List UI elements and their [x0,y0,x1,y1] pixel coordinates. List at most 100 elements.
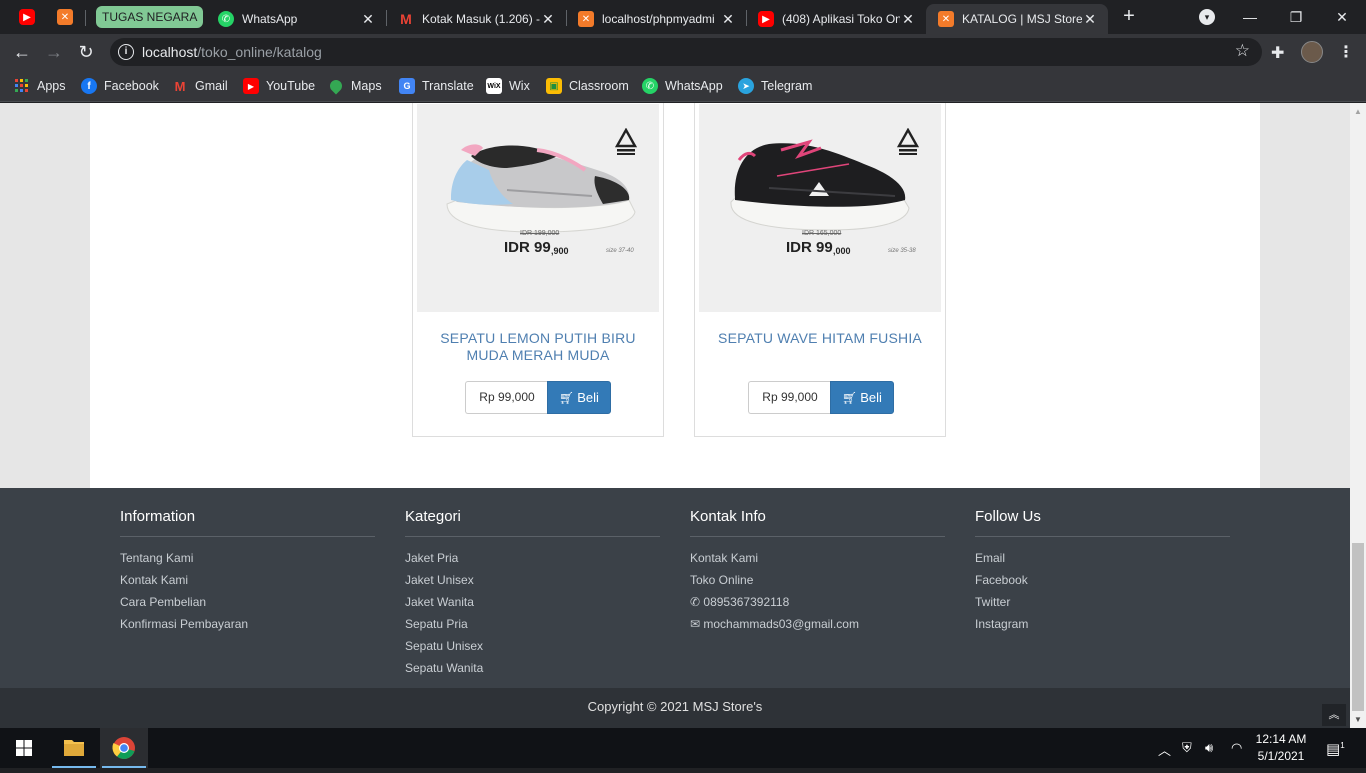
close-window-button[interactable]: ✕ [1319,4,1365,30]
chrome-icon [112,737,135,759]
bookmark-telegram[interactable]: ➤ Telegram [738,77,812,95]
tab-search-icon[interactable]: ▾ [1199,9,1215,25]
windows-start-button[interactable] [0,728,48,768]
footer-link[interactable]: Sepatu Pria [405,616,660,638]
footer-link[interactable]: Email [975,550,1230,572]
tab-katalog-active[interactable]: ✕ KATALOG | MSJ Store' ✕ [926,4,1108,34]
tab-whatsapp[interactable]: ✆ WhatsApp ✕ [206,4,386,34]
footer-column-title: Information [120,508,375,537]
footer-column-title: Kontak Info [690,508,945,537]
tab-title: KATALOG | MSJ Store' [962,12,1082,26]
bookmark-apps[interactable]: Apps [14,77,66,95]
tab-group-label[interactable]: TUGAS NEGARA [96,6,204,28]
facebook-icon: f [81,78,97,94]
extensions-puzzle-icon[interactable]: ✚ [1271,43,1284,63]
bookmark-gmail[interactable]: M Gmail [172,77,228,95]
address-bar[interactable]: i localhost/toko_online/katalog ☆ [110,38,1262,66]
product-image[interactable]: IDR 165,000 IDR 99,000 size 35-38 [699,104,941,312]
footer-link[interactable]: Jaket Wanita [405,594,660,616]
translate-icon: G [399,78,415,94]
classroom-icon: ▣ [546,78,562,94]
scrollbar-thumb[interactable] [1352,543,1364,711]
bookmark-maps[interactable]: Maps [327,77,382,95]
footer-link[interactable]: Kontak Kami [690,550,945,572]
footer-link[interactable]: Jaket Pria [405,550,660,572]
bookmark-translate[interactable]: G Translate [399,77,474,95]
bookmark-classroom[interactable]: ▣ Classroom [546,77,629,95]
copyright-bar: Copyright © 2021 MSJ Store's [0,688,1350,728]
browser-tab-strip: ▶ ✕ TUGAS NEGARA ✆ WhatsApp ✕ M Kotak Ma… [0,0,1366,34]
tab-gmail[interactable]: M Kotak Masuk (1.206) - ✕ [386,4,566,34]
footer-email[interactable]: ✉ mochammads03@gmail.com [690,616,945,638]
footer-link[interactable]: Kontak Kami [120,572,375,594]
tray-overflow-chevron-icon[interactable]: ︿ [1158,740,1171,759]
bookmark-facebook[interactable]: f Facebook [81,77,159,95]
footer-link[interactable]: Instagram [975,616,1230,638]
security-shield-icon[interactable]: ⛨ [1182,740,1192,756]
footer-link[interactable]: Sepatu Unisex [405,638,660,660]
wifi-icon[interactable]: ◠ [1231,740,1242,756]
close-tab-icon[interactable]: ✕ [540,11,556,28]
address-url[interactable]: localhost/toko_online/katalog [142,44,322,60]
minimize-button[interactable]: — [1227,4,1273,30]
footer-link[interactable]: Tentang Kami [120,550,375,572]
footer-link[interactable]: Facebook [975,572,1230,594]
bookmark-star-icon[interactable]: ☆ [1235,41,1250,61]
footer-column-title: Kategori [405,508,660,537]
site-info-icon[interactable]: i [118,44,134,60]
product-name-link[interactable]: SEPATU LEMON PUTIH BIRU MUDA MERAH MUDA [423,330,653,364]
shopping-cart-icon: 🛒︎ [559,391,575,405]
pinned-tab-xampp[interactable]: ✕ [51,5,79,29]
profile-avatar[interactable] [1301,41,1323,63]
scroll-down-arrow-icon[interactable]: ▼ [1354,715,1362,724]
folder-icon [64,740,84,756]
tab-phpmyadmin[interactable]: ✕ localhost/phpmyadmi ✕ [566,4,746,34]
close-tab-icon[interactable]: ✕ [1082,11,1098,28]
clock-date: 5/1/2021 [1257,749,1305,763]
site-footer: Information Tentang Kami Kontak Kami Car… [0,488,1350,688]
file-explorer-taskbar-button[interactable] [50,728,98,768]
product-name-link[interactable]: SEPATU WAVE HITAM FUSHIA [705,330,935,347]
footer-link[interactable]: Twitter [975,594,1230,616]
aero-brand-logo-icon [615,128,637,155]
chrome-taskbar-button[interactable] [100,728,148,768]
new-tab-button[interactable]: + [1118,6,1140,28]
volume-icon[interactable]: 🔊︎ [1205,740,1213,756]
footer-link[interactable]: Cara Pembelian [120,594,375,616]
close-tab-icon[interactable]: ✕ [360,11,376,28]
tab-title: localhost/phpmyadmi [602,12,715,26]
footer-link[interactable]: Sepatu Wanita [405,660,660,682]
telegram-icon: ➤ [738,78,754,94]
bookmark-whatsapp[interactable]: ✆ WhatsApp [642,77,723,95]
back-to-top-button[interactable]: ︽ [1322,704,1346,726]
close-tab-icon[interactable]: ✕ [900,11,916,28]
bookmark-youtube[interactable]: ▶ YouTube [243,77,315,95]
forward-arrow-icon[interactable]: → [42,40,66,64]
pinned-tab-youtube[interactable]: ▶ [13,5,41,29]
product-image[interactable]: IDR 199,000 IDR 99,900 size 37-40 [417,104,659,312]
windows-logo-icon [16,740,32,756]
notification-center-icon[interactable]: ▤1 [1326,740,1345,758]
back-arrow-icon[interactable]: ← [10,40,34,64]
footer-link[interactable]: Toko Online [690,572,945,594]
reload-icon[interactable]: ↻ [74,40,98,64]
browser-menu-icon[interactable]: ⋮ [1338,42,1354,62]
clock-time: 12:14 AM [1255,732,1307,746]
product-price: Rp 99,000 [465,381,548,414]
bookmarks-bar: Apps f Facebook M Gmail ▶ YouTube Maps G Tra… [0,70,1366,102]
system-clock[interactable]: 12:14 AM 5/1/2021 [1250,731,1312,765]
buy-button[interactable]: 🛒︎ Beli [547,381,611,414]
close-tab-icon[interactable]: ✕ [720,11,736,28]
product-card: IDR 199,000 IDR 99,900 size 37-40 SEPATU… [412,103,664,437]
maps-pin-icon [327,77,345,95]
bookmark-wix[interactable]: WiX Wix [486,77,530,95]
browser-toolbar: ← → ↻ i localhost/toko_online/katalog ☆ … [0,34,1366,70]
scroll-up-arrow-icon[interactable]: ▲ [1354,107,1362,116]
footer-column-title: Follow Us [975,508,1230,537]
tab-youtube-video[interactable]: ▶ (408) Aplikasi Toko On ✕ [746,4,926,34]
footer-link[interactable]: Jaket Unisex [405,572,660,594]
footer-link[interactable]: Konfirmasi Pembayaran [120,616,375,638]
page-scrollbar[interactable]: ▲ ▼ [1350,103,1366,728]
restore-button[interactable]: ❐ [1273,4,1319,30]
buy-button[interactable]: 🛒︎ Beli [830,381,894,414]
